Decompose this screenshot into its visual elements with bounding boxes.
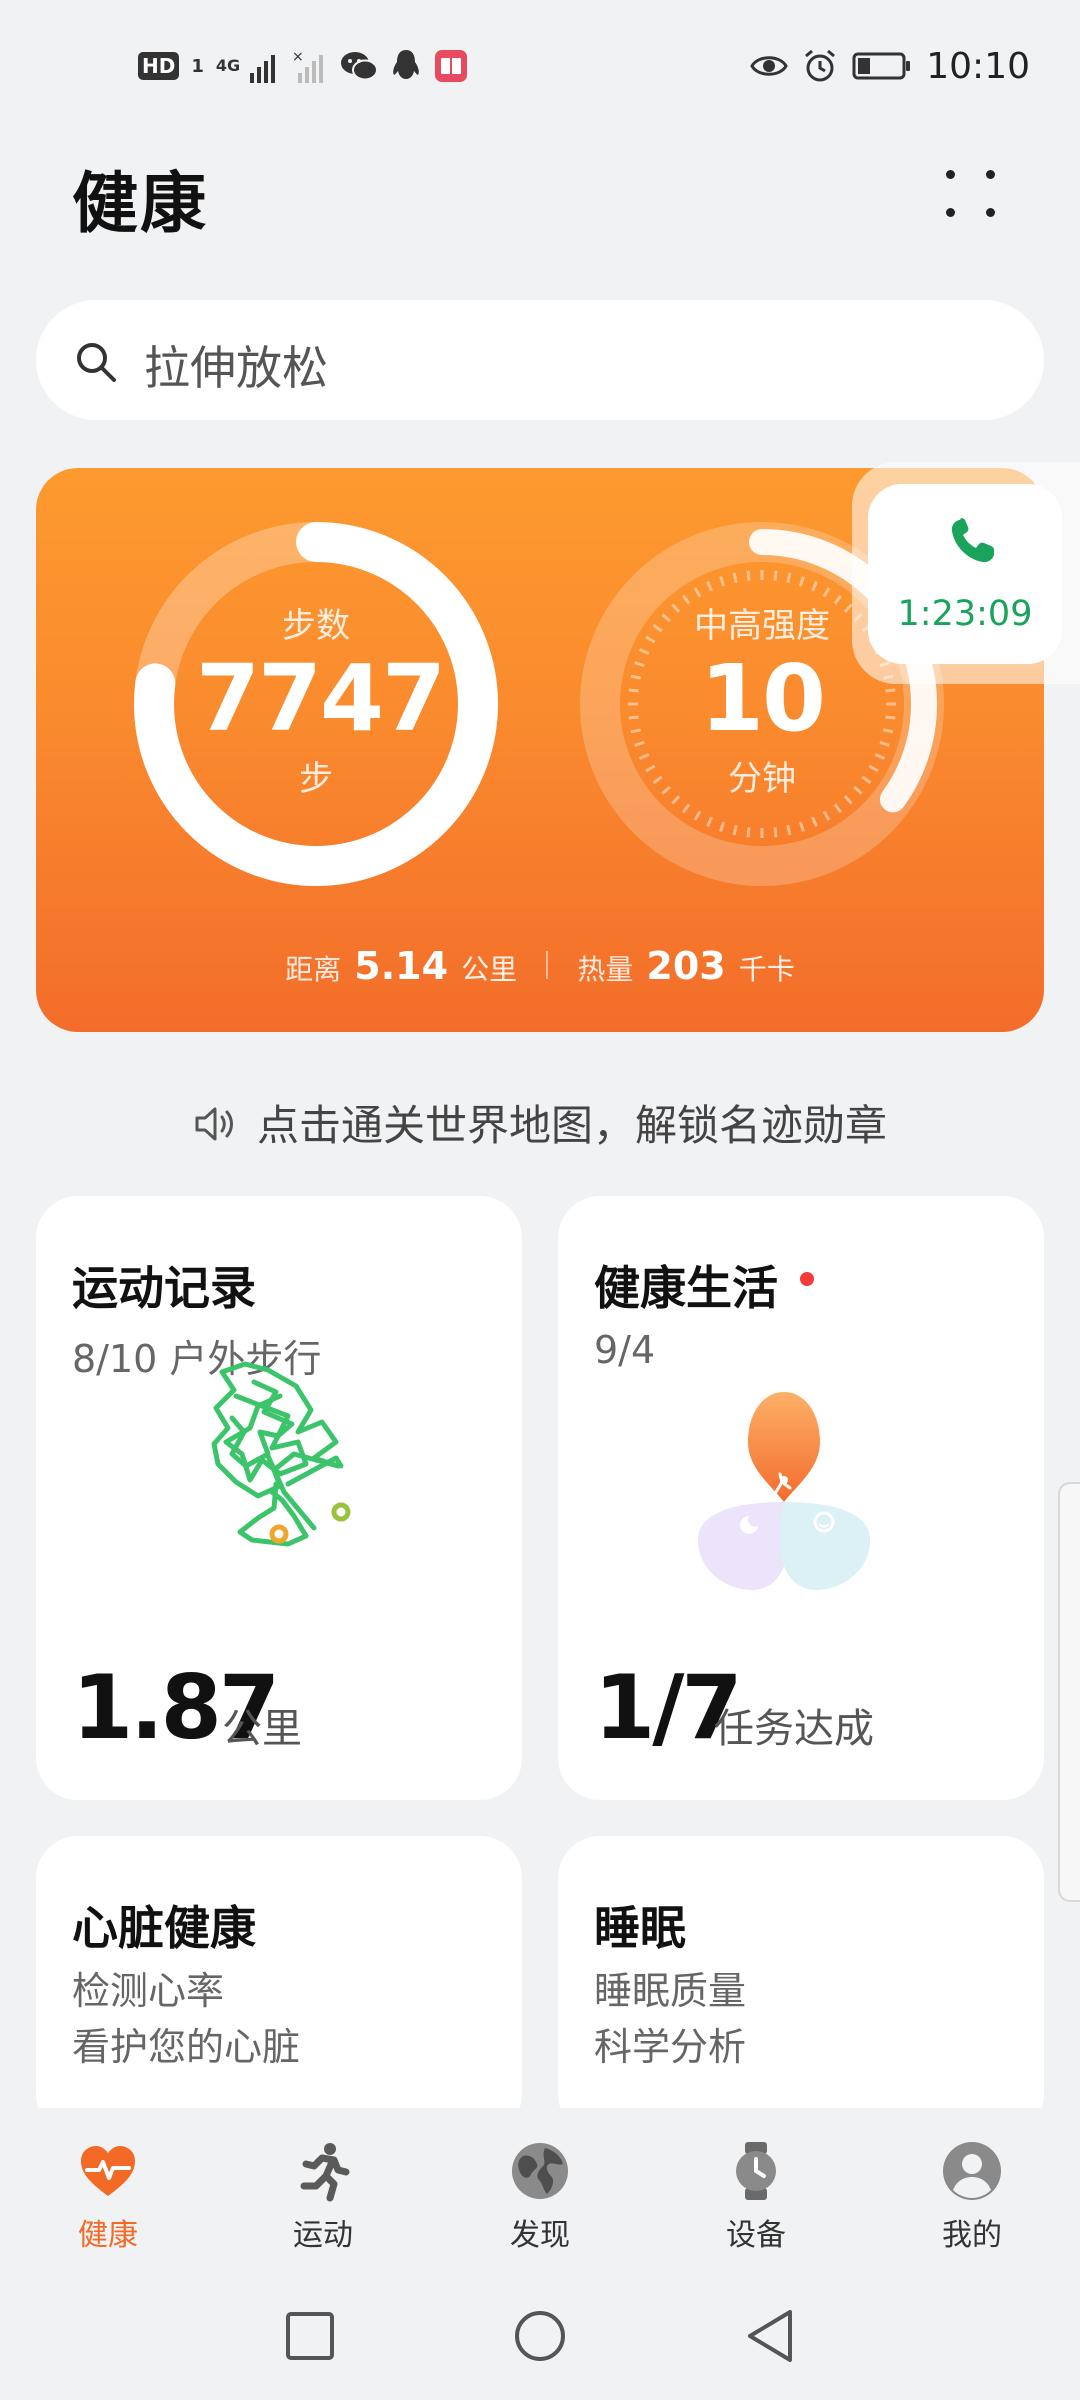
sleep-card-line1: 睡眠质量 — [594, 1969, 747, 2013]
heart-pulse-icon — [81, 2146, 135, 2196]
profile-icon — [943, 2142, 1001, 2200]
intensity-tick — [822, 587, 831, 598]
nav-label-exercise: 运动 — [293, 2218, 353, 2253]
intensity-tick — [706, 816, 713, 828]
steps-ring[interactable]: 步数 7747 步 — [196, 598, 446, 800]
distance-unit: 公里 — [461, 953, 518, 986]
calories-value: 203 — [646, 944, 726, 988]
battery-icon — [852, 52, 911, 80]
search-bar[interactable]: 拉伸放松 — [36, 300, 1044, 420]
exercise-record-card[interactable]: 运动记录 8/10 户外步行 1.87 公里 — [36, 1196, 522, 1800]
intensity-tick — [798, 821, 805, 832]
nav-label-me: 我的 — [942, 2218, 1002, 2253]
network-type: 4G — [215, 56, 241, 75]
stats-divider — [546, 951, 549, 979]
steps-value: 7747 — [196, 645, 446, 752]
wechat-icon — [340, 52, 378, 81]
nav-item-devices[interactable]: 设备 — [681, 2140, 831, 2254]
status-time: 10:10 — [926, 45, 1030, 87]
intensity-tick — [706, 580, 713, 592]
intensity-tick — [732, 572, 738, 584]
qq-icon — [393, 50, 419, 79]
runner-icon — [300, 2143, 350, 2202]
signal-icon — [249, 55, 275, 83]
sleep-card-title: 睡眠 — [594, 1901, 686, 1955]
ongoing-call-widget[interactable]: 1:23:09 — [852, 462, 1080, 684]
exercise-distance-unit: 公里 — [222, 1706, 302, 1752]
intensity-tick — [811, 580, 818, 592]
calories-label: 热量 — [577, 953, 634, 986]
intensity-tick — [822, 810, 831, 821]
status-right-icons: 10:10 — [750, 38, 1030, 94]
nav-item-exercise[interactable]: 运动 — [248, 2140, 398, 2254]
intensity-unit: 分钟 — [728, 759, 796, 799]
steps-label: 步数 — [282, 606, 350, 646]
page-title: 健康 — [72, 165, 208, 242]
side-edge-handle[interactable] — [1058, 1482, 1080, 1902]
intensity-tick — [833, 803, 842, 814]
status-left-icons: HD 1 4G × — [138, 44, 468, 88]
call-widget-panel[interactable]: 1:23:09 — [868, 484, 1062, 664]
tasks-completed-unit: 任务达成 — [714, 1706, 874, 1752]
heart-health-card[interactable]: 心脏健康 检测心率 看护您的心脏 — [36, 1836, 522, 2136]
intensity-tick — [798, 576, 805, 587]
more-menu-button[interactable] — [930, 160, 1010, 230]
intensity-tick — [719, 821, 726, 832]
intensity-tick — [682, 803, 691, 814]
status-bar: HD 1 4G × 10:10 — [0, 0, 1080, 130]
intensity-tick — [786, 572, 792, 584]
sim-number: 1 — [191, 55, 204, 77]
intensity-tick — [693, 587, 702, 598]
tip-text: 点击通关世界地图，解锁名迹勋章 — [256, 1101, 887, 1150]
signal-2-icon: × — [292, 49, 323, 83]
intensity-tick — [773, 827, 778, 838]
steps-unit: 步 — [299, 759, 333, 799]
sleep-card-line2: 科学分析 — [594, 2025, 747, 2069]
intensity-tick — [811, 816, 818, 828]
eye-icon — [750, 56, 788, 76]
search-placeholder: 拉伸放松 — [144, 341, 328, 395]
home-button[interactable] — [510, 2306, 570, 2366]
back-button[interactable] — [740, 2306, 800, 2366]
nav-item-me[interactable]: 我的 — [897, 2140, 1047, 2254]
alarm-icon — [805, 49, 836, 82]
calories-unit: 千卡 — [738, 953, 795, 986]
heart-card-line1: 检测心率 — [72, 1969, 225, 2013]
intensity-tick — [693, 810, 702, 821]
sleep-card[interactable]: 睡眠 睡眠质量 科学分析 — [558, 1836, 1044, 2136]
bottom-navigation: 健康 运动 发现 设备 我的 — [0, 2108, 1080, 2278]
heart-card-title: 心脏健康 — [72, 1901, 256, 1955]
speaker-icon — [195, 1107, 233, 1141]
announcement-tip[interactable]: 点击通关世界地图，解锁名迹勋章 — [0, 1092, 1080, 1153]
watch-icon — [736, 2142, 776, 2200]
activity-stats: 距离 5.14 公里 热量 203 千卡 — [36, 944, 1044, 988]
hd-badge: HD — [138, 52, 180, 80]
healthy-living-card[interactable]: 健康生活 9/4 1/7 任务达成 — [558, 1196, 1044, 1800]
phone-icon — [951, 518, 994, 563]
system-navigation-bar — [0, 2278, 1080, 2400]
nav-item-health[interactable]: 健康 — [33, 2140, 183, 2254]
nav-label-discover: 发现 — [510, 2218, 570, 2253]
intensity-value: 10 — [699, 645, 826, 752]
recent-apps-button[interactable] — [280, 2306, 340, 2366]
intensity-tick — [773, 570, 778, 581]
intensity-tick — [719, 576, 726, 587]
intensity-tick — [732, 824, 738, 836]
globe-icon — [512, 2143, 568, 2199]
nav-label-health: 健康 — [78, 2218, 138, 2253]
intensity-tick — [786, 824, 792, 836]
heart-card-line2: 看护您的心脏 — [72, 2025, 301, 2069]
intensity-tick — [746, 570, 751, 581]
call-duration: 1:23:09 — [897, 594, 1033, 634]
book-app-icon — [434, 50, 467, 82]
distance-value: 5.14 — [354, 944, 449, 988]
nav-label-devices: 设备 — [726, 2218, 786, 2253]
svg-text:×: × — [292, 49, 304, 65]
search-icon — [77, 343, 116, 382]
distance-label: 距离 — [285, 953, 342, 986]
intensity-tick — [746, 827, 751, 838]
nav-item-discover[interactable]: 发现 — [465, 2140, 615, 2254]
